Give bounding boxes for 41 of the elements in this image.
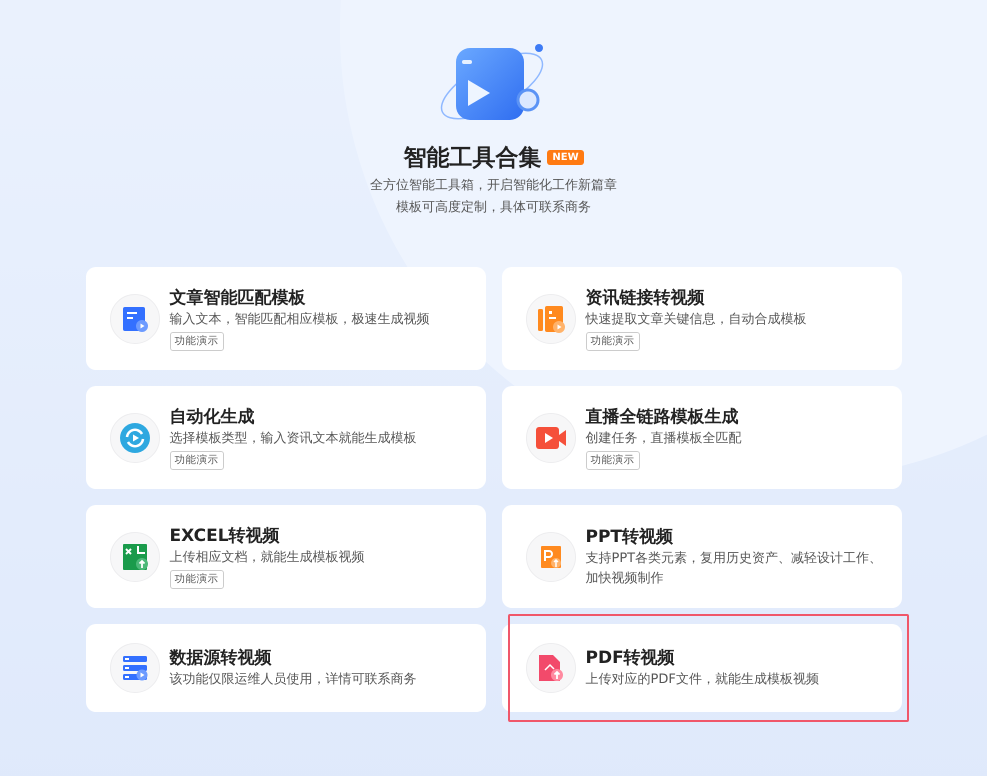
- tool-title: PPT转视频: [586, 526, 674, 548]
- tool-title: 文章智能匹配模板: [170, 287, 306, 310]
- article-play-icon: [536, 304, 564, 332]
- tool-card[interactable]: 资讯链接转视频 快速提取文章关键信息，自动合成模板 功能演示: [502, 267, 902, 370]
- page-title: 智能工具合集: [403, 144, 542, 173]
- tool-description: 选择模板类型，输入资讯文本就能生成模板: [170, 430, 416, 448]
- excel-upload-icon: [122, 542, 148, 570]
- tool-title: 直播全链路模板生成: [586, 406, 738, 429]
- tool-description: 输入文本，智能匹配相应模板，极速生成视频: [170, 311, 430, 329]
- tool-card[interactable]: EXCEL转视频 上传相应文档，就能生成模板视频 功能演示: [86, 505, 486, 608]
- video-camera-icon: [536, 426, 566, 448]
- demo-button[interactable]: 功能演示: [170, 570, 224, 589]
- document-play-icon: [122, 306, 148, 332]
- ppt-upload-icon: [540, 544, 562, 568]
- new-badge: NEW: [547, 150, 584, 165]
- server-stack-icon: [122, 655, 148, 681]
- tool-card[interactable]: PDF转视频 上传对应的PDF文件，就能生成模板视频: [502, 624, 902, 712]
- tool-card[interactable]: 直播全链路模板生成 创建任务，直播模板全匹配 功能演示: [502, 386, 902, 489]
- tool-description: 支持PPT各类元素，复用历史资产、减轻设计工作、加快视频制作: [586, 550, 884, 588]
- tool-title: PDF转视频: [586, 647, 675, 670]
- tool-card[interactable]: PPT转视频 支持PPT各类元素，复用历史资产、减轻设计工作、加快视频制作: [502, 505, 902, 608]
- tool-description: 上传相应文档，就能生成模板视频: [170, 549, 364, 567]
- demo-button[interactable]: 功能演示: [170, 451, 224, 470]
- subtitle-line: 全方位智能工具箱，开启智能化工作新篇章: [370, 177, 617, 195]
- tool-card[interactable]: 文章智能匹配模板 输入文本，智能匹配相应模板，极速生成视频 功能演示: [86, 267, 486, 370]
- demo-button[interactable]: 功能演示: [586, 332, 640, 351]
- tool-title: 自动化生成: [170, 406, 254, 429]
- refresh-play-icon: [120, 422, 150, 452]
- tool-description: 上传对应的PDF文件，就能生成模板视频: [586, 671, 819, 689]
- pdf-upload-icon: [538, 654, 564, 682]
- tool-title: 资讯链接转视频: [586, 287, 704, 310]
- tool-card[interactable]: 数据源转视频 该功能仅限运维人员使用，详情可联系商务: [86, 624, 486, 712]
- tool-description: 创建任务，直播模板全匹配: [586, 430, 742, 448]
- demo-button[interactable]: 功能演示: [586, 451, 640, 470]
- tool-card[interactable]: 自动化生成 选择模板类型，输入资讯文本就能生成模板 功能演示: [86, 386, 486, 489]
- demo-button[interactable]: 功能演示: [170, 332, 224, 351]
- tool-description: 快速提取文章关键信息，自动合成模板: [586, 311, 806, 329]
- subtitle-line: 模板可高度定制，具体可联系商务: [396, 199, 591, 217]
- tool-title: 数据源转视频: [170, 647, 272, 670]
- tool-title: EXCEL转视频: [170, 525, 280, 548]
- tool-description: 该功能仅限运维人员使用，详情可联系商务: [170, 671, 416, 689]
